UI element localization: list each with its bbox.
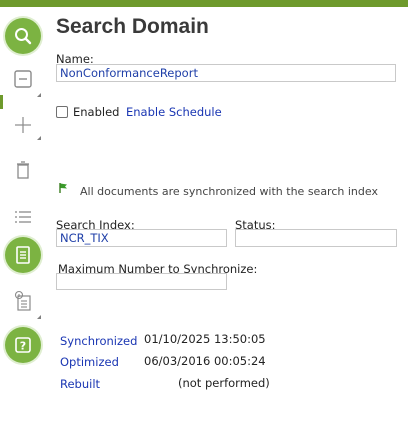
search-button[interactable] [5, 18, 41, 54]
save-menu-corner [37, 93, 41, 97]
delete-button[interactable] [5, 152, 41, 188]
rebuilt-link[interactable]: Rebuilt [60, 377, 100, 391]
delete-icon [17, 161, 29, 179]
rebuilt-date: (not performed) [178, 376, 270, 390]
add-icon [15, 117, 31, 133]
info-icon [14, 290, 31, 311]
sidebar-toolbar: ? [0, 7, 46, 422]
help-button[interactable]: ? [5, 327, 41, 363]
top-accent-bar [0, 0, 408, 7]
list-button[interactable] [5, 199, 41, 235]
page-title: Search Domain [56, 15, 209, 38]
synchronized-link[interactable]: Synchronized [60, 334, 137, 348]
optimized-link[interactable]: Optimized [60, 355, 119, 369]
flag-icon [59, 183, 67, 193]
info-button[interactable] [5, 283, 41, 319]
optimized-date: 06/03/2016 00:05:24 [144, 354, 266, 368]
save-button[interactable] [5, 61, 41, 97]
add-menu-corner [37, 136, 41, 140]
sync-status-message: All documents are synchronized with the … [80, 185, 378, 198]
status-field[interactable] [235, 229, 397, 247]
list-icon [15, 211, 31, 223]
help-icon: ? [15, 337, 31, 353]
synchronized-date: 01/10/2025 13:50:05 [144, 332, 266, 346]
enabled-checkbox[interactable] [56, 106, 68, 118]
search-domain-panel: Search Domain Name: NonConformanceReport… [56, 7, 400, 422]
notes-button[interactable] [5, 237, 41, 273]
save-icon [14, 70, 32, 88]
notes-icon [16, 246, 30, 264]
search-icon [15, 28, 32, 45]
enabled-label: Enabled [73, 105, 120, 119]
enable-schedule-link[interactable]: Enable Schedule [126, 105, 222, 119]
name-field[interactable]: NonConformanceReport [56, 64, 396, 82]
add-button[interactable] [5, 107, 41, 143]
active-indicator [0, 95, 3, 109]
search-index-field[interactable]: NCR_TIX [56, 229, 227, 247]
svg-text:?: ? [20, 340, 26, 353]
max-sync-field[interactable] [56, 273, 227, 290]
info-menu-corner [37, 315, 41, 319]
